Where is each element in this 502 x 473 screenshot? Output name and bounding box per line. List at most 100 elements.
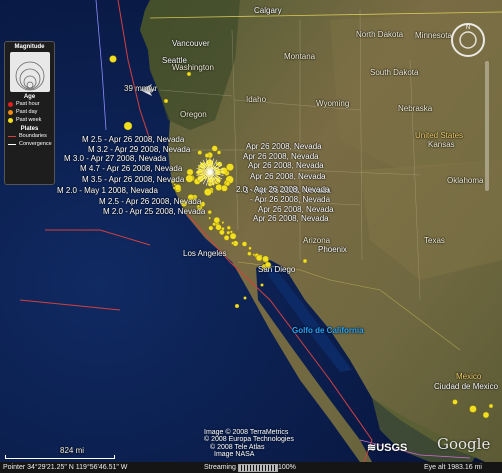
earthquake-marker[interactable]: [219, 229, 225, 236]
earthquake-marker[interactable]: [185, 174, 194, 183]
legend-age-label: Past week: [16, 117, 42, 123]
earthquake-marker[interactable]: [243, 296, 247, 300]
earthquake-marker[interactable]: [215, 183, 223, 191]
quake-label[interactable]: 2.0 - Apr 26 2008, Nevada: [236, 185, 329, 194]
quake-label[interactable]: Apr 26 2008, Nevada: [253, 214, 329, 223]
legend-magnitude-title: Magnitude: [14, 44, 45, 50]
label-mexico: Mexico: [456, 372, 482, 381]
usgs-wave-icon: ≋: [367, 442, 377, 454]
earthquake-marker[interactable]: [186, 168, 194, 176]
navigation-compass-icon[interactable]: N: [449, 21, 487, 59]
earthquake-marker[interactable]: [469, 405, 477, 413]
usgs-logo-text: USGS: [376, 442, 408, 454]
earthquake-marker[interactable]: [212, 222, 217, 227]
quake-label[interactable]: M 2.5 - Apr 26 2008, Nevada: [99, 197, 201, 206]
earthquake-marker[interactable]: [482, 411, 490, 419]
earthquake-marker[interactable]: [226, 225, 231, 230]
quake-label[interactable]: M 3.5 - Apr 26 2008, Nevada: [82, 175, 184, 184]
earthquake-marker[interactable]: [211, 145, 218, 152]
earthquake-marker[interactable]: [109, 55, 117, 63]
streaming-label: Streaming: [204, 464, 236, 471]
earthquake-marker[interactable]: [220, 167, 228, 175]
quake-label[interactable]: M 3.2 - Apr 29 2008, Nevada: [88, 145, 190, 154]
label-idaho: Idaho: [246, 95, 267, 104]
zoom-slider[interactable]: [485, 61, 489, 191]
credit-line-4: Image NASA: [214, 451, 255, 458]
earthquake-marker[interactable]: [223, 235, 230, 241]
earthquake-marker[interactable]: [488, 403, 494, 409]
earthquake-marker[interactable]: [231, 241, 235, 245]
earthquake-marker[interactable]: [226, 230, 231, 235]
plate-line-icon: [8, 143, 16, 145]
earthquake-marker[interactable]: [452, 399, 458, 405]
legend-plate-item: Convergence: [5, 140, 54, 148]
quake-label[interactable]: M 3.0 - Apr 27 2008, Nevada: [64, 154, 166, 163]
legend-plate-label: Boundaries: [19, 133, 47, 139]
earthquake-marker[interactable]: [215, 224, 222, 231]
earthquake-marker[interactable]: [247, 251, 252, 256]
quake-label[interactable]: - Apr 26 2008, Nevada: [250, 195, 330, 204]
label-plate-rate: 39 mm/yr: [124, 84, 158, 93]
credit-line-1: Image © 2008 TerraMetrics: [204, 429, 289, 436]
earthquake-marker[interactable]: [208, 216, 211, 220]
label-calgary: Calgary: [254, 6, 282, 15]
earthquake-marker[interactable]: [172, 186, 176, 190]
earthquake-marker[interactable]: [252, 253, 256, 257]
earthquake-marker[interactable]: [248, 246, 252, 250]
earthquake-marker[interactable]: [207, 210, 212, 215]
label-oregon: Oregon: [180, 110, 207, 119]
legend-age-item: Past week: [5, 116, 54, 124]
earthquake-marker[interactable]: [197, 150, 203, 155]
legend-age-item: Past day: [5, 108, 54, 116]
earthquake-marker[interactable]: [260, 283, 264, 287]
label-los-angeles: Los Angeles: [183, 249, 227, 258]
earthquake-marker[interactable]: [186, 71, 192, 77]
magnitude-scale-graphic: [9, 52, 50, 92]
streaming-percent: 100%: [278, 464, 296, 471]
earthquake-marker[interactable]: [302, 258, 308, 264]
quake-label[interactable]: Apr 26 2008, Nevada: [243, 152, 319, 161]
earthquake-marker[interactable]: [225, 181, 231, 187]
earthquake-marker[interactable]: [229, 232, 237, 240]
label-phoenix: Phoenix: [318, 245, 347, 254]
legend-age-label: Past day: [16, 109, 38, 115]
earthquake-marker[interactable]: [216, 150, 222, 155]
earthquake-marker[interactable]: [262, 255, 269, 263]
earthquake-marker[interactable]: [213, 216, 221, 224]
earthquake-marker[interactable]: [204, 153, 210, 158]
pointer-coords: Pointer 34°29'21.25" N 119°56'46.51" W: [3, 464, 128, 471]
earthquake-marker[interactable]: [255, 254, 263, 262]
earthquake-marker[interactable]: [221, 184, 228, 192]
plate-line-icon: [8, 135, 16, 137]
usgs-logo: ≋USGS: [367, 441, 407, 454]
legend-age-label: Past hour: [16, 101, 40, 107]
label-arizona: Arizona: [303, 236, 331, 245]
label-south-dakota: South Dakota: [370, 68, 419, 77]
earthquake-marker[interactable]: [241, 241, 248, 247]
label-wyoming: Wyoming: [316, 99, 350, 108]
map-viewer[interactable]: Calgary Vancouver Seattle Washington Mon…: [0, 0, 502, 473]
earthquake-marker[interactable]: [123, 121, 133, 131]
google-logo: Google: [437, 435, 491, 453]
quake-label[interactable]: M 2.0 - May 1 2008, Nevada: [57, 186, 158, 195]
quake-label[interactable]: M 2.0 - Apr 25 2008, Nevada: [103, 207, 205, 216]
earthquake-marker[interactable]: [229, 230, 233, 234]
label-north-dakota: North Dakota: [356, 30, 404, 39]
quake-label[interactable]: Apr 26 2008, Nevada: [250, 172, 326, 181]
earthquake-marker[interactable]: [234, 303, 240, 309]
quake-label[interactable]: M 2.5 - Apr 26 2008, Nevada: [82, 135, 184, 144]
quake-label[interactable]: Apr 26 2008, Nevada: [246, 142, 322, 151]
earthquake-marker[interactable]: [163, 98, 169, 104]
legend-panel: Magnitude Age Past hour Past day Past week…: [4, 41, 55, 185]
quake-label[interactable]: Apr 26 2008, Nevada: [258, 205, 334, 214]
earthquake-marker[interactable]: [221, 227, 225, 231]
magnitude-circles-icon: [15, 61, 44, 91]
earthquake-marker[interactable]: [221, 221, 225, 224]
label-gulf-of-california: Golfo de California: [292, 326, 364, 335]
earthquake-marker[interactable]: [204, 188, 212, 196]
quake-label[interactable]: M 4.7 - Apr 26 2008, Nevada: [80, 164, 182, 173]
quake-label[interactable]: Apr 26 2008, Nevada: [248, 161, 324, 170]
earthquake-marker[interactable]: [208, 225, 214, 231]
streaming-progress: [238, 464, 278, 472]
label-texas: Texas: [424, 236, 445, 245]
